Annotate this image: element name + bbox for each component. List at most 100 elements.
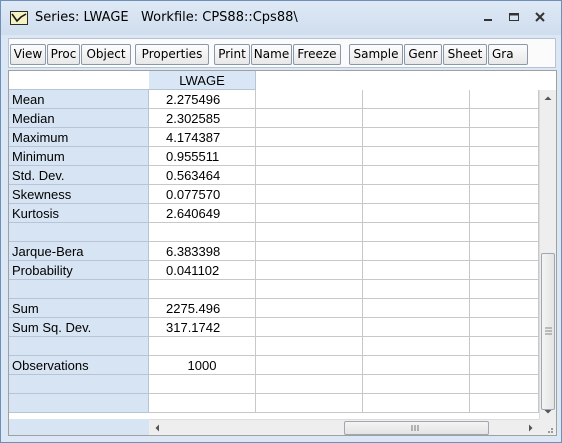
freeze-button[interactable]: Freeze — [293, 44, 341, 65]
value-cell[interactable]: 0.041102 — [149, 261, 256, 280]
empty-cell[interactable] — [256, 356, 363, 375]
empty-cell[interactable] — [470, 356, 539, 375]
row-label[interactable]: Skewness — [9, 185, 149, 204]
row-label[interactable]: Sum Sq. Dev. — [9, 318, 149, 337]
value-cell[interactable]: 2.302585 — [149, 109, 256, 128]
empty-cell[interactable] — [256, 337, 363, 356]
empty-cell[interactable] — [256, 90, 363, 109]
row-label[interactable]: Kurtosis — [9, 204, 149, 223]
empty-cell[interactable] — [363, 109, 470, 128]
size-grip[interactable] — [539, 419, 556, 435]
empty-cell[interactable] — [363, 242, 470, 261]
empty-cell[interactable] — [363, 299, 470, 318]
empty-cell[interactable] — [363, 280, 470, 299]
empty-cell[interactable] — [470, 223, 539, 242]
empty-cell[interactable] — [256, 318, 363, 337]
empty-cell[interactable] — [470, 394, 539, 413]
scroll-right-icon[interactable] — [522, 420, 539, 436]
empty-cell[interactable] — [470, 128, 539, 147]
value-cell[interactable]: 2275.496 — [149, 299, 256, 318]
empty-cell[interactable] — [470, 318, 539, 337]
empty-cell[interactable] — [363, 394, 470, 413]
empty-cell[interactable] — [363, 166, 470, 185]
empty-cell[interactable] — [363, 337, 470, 356]
name-button[interactable]: Name — [251, 44, 292, 65]
empty-cell[interactable] — [363, 223, 470, 242]
empty-cell[interactable] — [470, 204, 539, 223]
row-label[interactable] — [9, 337, 149, 356]
scroll-up-icon[interactable] — [540, 90, 556, 107]
title-bar[interactable]: Series: LWAGE Workfile: CPS88::Cps88\ — [1, 1, 561, 35]
empty-cell[interactable] — [470, 147, 539, 166]
row-label[interactable] — [9, 223, 149, 242]
value-cell[interactable]: 317.1742 — [149, 318, 256, 337]
value-cell[interactable]: 4.174387 — [149, 128, 256, 147]
empty-cell[interactable] — [470, 261, 539, 280]
vertical-scroll-thumb[interactable] — [541, 253, 555, 410]
empty-cell[interactable] — [470, 299, 539, 318]
value-cell[interactable]: 0.955511 — [149, 147, 256, 166]
empty-cell[interactable] — [363, 204, 470, 223]
vertical-scrollbar[interactable] — [539, 90, 556, 420]
object-button[interactable]: Object — [81, 44, 131, 65]
empty-cell[interactable] — [363, 375, 470, 394]
empty-cell[interactable] — [256, 204, 363, 223]
row-label[interactable]: Minimum — [9, 147, 149, 166]
empty-cell[interactable] — [363, 261, 470, 280]
empty-cell[interactable] — [256, 299, 363, 318]
row-label[interactable]: Sum — [9, 299, 149, 318]
close-button[interactable] — [529, 7, 551, 27]
sample-button[interactable]: Sample — [349, 44, 403, 65]
genr-button[interactable]: Genr — [404, 44, 442, 65]
empty-cell[interactable] — [256, 223, 363, 242]
value-cell[interactable]: 6.383398 — [149, 242, 256, 261]
minimize-button[interactable] — [477, 7, 499, 27]
empty-cell[interactable] — [470, 90, 539, 109]
empty-cell[interactable] — [363, 128, 470, 147]
empty-cell[interactable] — [256, 128, 363, 147]
row-label[interactable]: Mean — [9, 90, 149, 109]
row-label[interactable] — [9, 394, 149, 413]
empty-cell[interactable] — [470, 375, 539, 394]
empty-cell[interactable] — [363, 90, 470, 109]
row-label[interactable]: Maximum — [9, 128, 149, 147]
print-button[interactable]: Print — [214, 44, 250, 65]
empty-cell[interactable] — [363, 356, 470, 375]
sheet-button[interactable]: Sheet — [443, 44, 487, 65]
empty-cell[interactable] — [256, 375, 363, 394]
empty-cell[interactable] — [470, 337, 539, 356]
empty-cell[interactable] — [256, 166, 363, 185]
row-label[interactable]: Std. Dev. — [9, 166, 149, 185]
empty-cell[interactable] — [256, 280, 363, 299]
row-label[interactable] — [9, 375, 149, 394]
value-cell[interactable]: 1000 — [149, 356, 256, 375]
column-header-lwage[interactable]: LWAGE — [149, 71, 256, 90]
value-cell[interactable]: 0.563464 — [149, 166, 256, 185]
empty-cell[interactable] — [256, 185, 363, 204]
value-cell[interactable]: 2.275496 — [149, 90, 256, 109]
empty-cell[interactable] — [470, 242, 539, 261]
value-cell[interactable] — [149, 394, 256, 413]
value-cell[interactable] — [149, 337, 256, 356]
scroll-down-icon[interactable] — [540, 403, 556, 420]
empty-cell[interactable] — [470, 280, 539, 299]
scroll-left-icon[interactable] — [149, 420, 166, 436]
value-cell[interactable]: 0.077570 — [149, 185, 256, 204]
empty-cell[interactable] — [256, 242, 363, 261]
value-cell[interactable] — [149, 280, 256, 299]
empty-cell[interactable] — [470, 185, 539, 204]
graph-button[interactable]: Gra — [488, 44, 528, 65]
row-label[interactable]: Probability — [9, 261, 149, 280]
empty-cell[interactable] — [470, 166, 539, 185]
empty-cell[interactable] — [256, 109, 363, 128]
value-cell[interactable]: 2.640649 — [149, 204, 256, 223]
empty-cell[interactable] — [256, 261, 363, 280]
empty-cell[interactable] — [256, 394, 363, 413]
proc-button[interactable]: Proc — [47, 44, 80, 65]
empty-cell[interactable] — [363, 147, 470, 166]
value-cell[interactable] — [149, 223, 256, 242]
row-label[interactable]: Observations — [9, 356, 149, 375]
row-label[interactable] — [9, 280, 149, 299]
maximize-button[interactable] — [503, 7, 525, 27]
horizontal-scroll-thumb[interactable] — [344, 421, 489, 435]
